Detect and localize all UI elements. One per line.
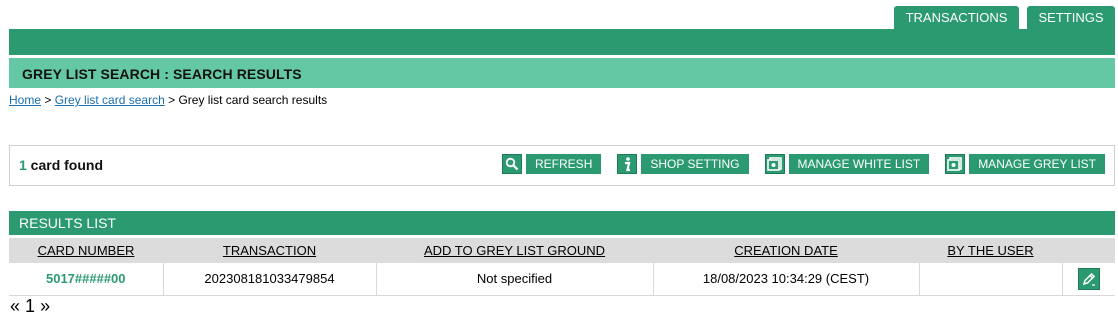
refresh-action[interactable]: REFRESH [502, 154, 602, 174]
results-table: CARD NUMBER TRANSACTION ADD TO GREY LIST… [9, 238, 1115, 296]
results-list-header: RESULTS LIST [9, 211, 1115, 235]
card-number-link[interactable]: 5017#####00 [46, 271, 126, 286]
action-bar: REFRESH SHOP SETTING MANAGE WHITE LIST M… [502, 154, 1105, 174]
result-summary: 1 card found [19, 157, 103, 173]
summary-box: 1 card found REFRESH SHOP SETTING MANAGE… [9, 145, 1115, 186]
result-count-label: card found [26, 157, 104, 173]
cell-card-number: 5017#####00 [9, 263, 164, 296]
breadcrumb-home-link[interactable]: Home [9, 93, 41, 107]
pagination-prev[interactable]: « [10, 296, 20, 316]
breadcrumb-separator: > [164, 93, 179, 107]
cell-by-user [919, 263, 1063, 296]
pagination: « 1 » [10, 296, 50, 317]
manage-grey-list-action[interactable]: MANAGE GREY LIST [945, 154, 1105, 174]
cell-edit [1062, 263, 1115, 296]
cell-transaction: 202308181033479854 [163, 263, 377, 296]
breadcrumb-search-link[interactable]: Grey list card search [55, 93, 165, 107]
result-count: 1 [19, 157, 27, 173]
manage-white-list-action[interactable]: MANAGE WHITE LIST [764, 154, 930, 174]
card-icon[interactable] [764, 154, 785, 174]
edit-icon[interactable] [1077, 267, 1100, 290]
breadcrumb: Home > Grey list card search > Grey list… [9, 93, 327, 107]
column-header-by-user[interactable]: BY THE USER [919, 238, 1062, 263]
card-icon[interactable] [945, 154, 966, 174]
top-band [9, 29, 1115, 55]
tab-settings[interactable]: SETTINGS [1027, 6, 1115, 29]
page-title: GREY LIST SEARCH : SEARCH RESULTS [22, 66, 302, 82]
refresh-button[interactable]: REFRESH [526, 154, 602, 174]
search-icon[interactable] [502, 154, 523, 174]
pagination-next[interactable]: » [40, 296, 50, 316]
breadcrumb-separator: > [41, 93, 55, 107]
cell-creation-date: 18/08/2023 10:34:29 (CEST) [653, 263, 920, 296]
top-tabs: TRANSACTIONS SETTINGS [894, 6, 1115, 29]
shop-setting-action[interactable]: SHOP SETTING [617, 154, 749, 174]
tab-transactions[interactable]: TRANSACTIONS [894, 6, 1019, 29]
column-header-creation-date[interactable]: CREATION DATE [653, 238, 919, 263]
column-header-ground[interactable]: ADD TO GREY LIST GROUND [376, 238, 653, 263]
pagination-page-1[interactable]: 1 [25, 296, 35, 316]
column-header-transaction[interactable]: TRANSACTION [163, 238, 376, 263]
breadcrumb-current: Grey list card search results [178, 93, 328, 107]
manage-grey-list-button[interactable]: MANAGE GREY LIST [969, 154, 1105, 174]
info-icon[interactable] [617, 154, 638, 174]
shop-setting-button[interactable]: SHOP SETTING [641, 154, 749, 174]
column-header-actions [1062, 238, 1115, 263]
table-row: 5017#####00 202308181033479854 Not speci… [9, 263, 1115, 296]
manage-white-list-button[interactable]: MANAGE WHITE LIST [788, 154, 930, 174]
table-header-row: CARD NUMBER TRANSACTION ADD TO GREY LIST… [9, 238, 1115, 263]
cell-ground: Not specified [376, 263, 654, 296]
column-header-card-number[interactable]: CARD NUMBER [9, 238, 163, 263]
